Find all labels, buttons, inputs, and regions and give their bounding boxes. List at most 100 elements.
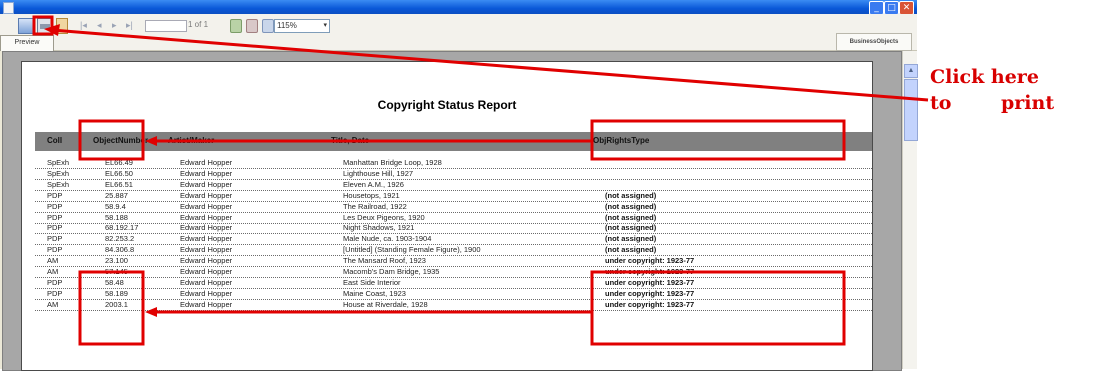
cell-objectnumber: 23.100 [105,256,128,266]
maximize-button[interactable]: □ [884,1,899,15]
cell-title: Macomb's Dam Bridge, 1935 [343,267,440,276]
vertical-scrollbar[interactable]: ▲ [902,51,918,369]
page-number-input[interactable] [145,20,187,32]
scroll-thumb[interactable] [904,79,918,141]
export-icon[interactable] [18,18,34,34]
table-row: PDP 58.189 Edward Hopper Maine Coast, 1923 u… [35,289,872,300]
cell-artist: Edward Hopper [180,223,233,233]
cell-coll: PDP [47,288,63,298]
stop-icon[interactable] [246,19,258,33]
cell-rights: under copyright: 1923-77 [605,299,695,309]
cell-objectnumber: 84.306.8 [105,245,135,255]
scroll-up-icon[interactable]: ▲ [904,64,918,78]
cell-artist: Edward Hopper [180,201,233,211]
print-callout: Click here to print [930,64,1100,116]
cell-coll: AM [47,256,59,266]
cell-artist: Edward Hopper [180,245,233,255]
cell-artist: Edward Hopper [180,212,233,222]
table-row: PDP 82.253.2 Edward Hopper Male Nude, ca. 1… [35,234,872,246]
column-header-coll: Coll [47,136,63,145]
minimize-button[interactable]: _ [869,1,884,15]
table-header: Coll ObjectNumber Artist/Maker Title, Da… [35,132,872,151]
cell-coll: PDP [47,277,63,287]
cell-objectnumber: EL66.49 [105,158,133,167]
cell-coll: PDP [47,234,63,244]
cell-objectnumber: 2003.1 [105,299,128,309]
cell-objectnumber: 57.145 [105,267,128,276]
cell-rights: under copyright: 1923-77 [605,267,695,276]
table-row: AM 2003.1 Edward Hopper House at Riverdale,… [35,300,872,311]
table-row: AM 23.100 Edward Hopper The Mansard Roof, 1… [35,256,872,268]
cell-rights: (not assigned) [605,212,657,222]
cell-coll: PDP [47,190,63,200]
cell-coll: SpExh [47,158,70,167]
cell-artist: Edward Hopper [180,299,233,309]
cell-artist: Edward Hopper [180,234,233,244]
callout-line-1: Click here [930,66,1039,88]
cell-coll: PDP [47,212,63,222]
prev-page-icon[interactable]: ◂ [97,20,102,31]
cell-rights: (not assigned) [605,201,657,211]
cell-objectnumber: 82.253.2 [105,234,135,244]
cell-objectnumber: 58.48 [105,277,124,287]
report-page: Copyright Status Report Coll ObjectNumbe… [21,61,873,371]
cell-title: Male Nude, ca. 1903-1904 [343,234,432,244]
cell-artist: Edward Hopper [180,288,233,298]
report-viewer-window: _ □ ✕ |◂ ◂ ▸ ▸| 1 of 1 115% ▾ BusinessOb… [0,0,918,371]
table-row: PDP 58.9.4 Edward Hopper The Railroad, 1922… [35,202,872,213]
column-header-artist: Artist/Maker [168,136,215,145]
cell-title: Eleven A.M., 1926 [343,179,404,189]
cell-artist: Edward Hopper [180,168,233,178]
tab-preview[interactable]: Preview [0,35,54,51]
last-page-icon[interactable]: ▸| [126,20,133,31]
close-button[interactable]: ✕ [899,1,914,15]
cell-artist: Edward Hopper [180,277,233,287]
zoom-value: 115% [277,21,297,30]
cell-artist: Edward Hopper [180,190,233,200]
column-header-title: Title, Date [331,136,370,145]
cell-rights: under copyright: 1923-77 [605,277,695,287]
cell-coll: PDP [47,245,63,255]
cell-title: [Untitled] (Standing Female Figure), 190… [343,245,481,255]
search-icon[interactable] [262,19,274,33]
cell-title: The Railroad, 1922 [343,201,407,211]
next-page-icon[interactable]: ▸ [112,20,117,31]
cell-title: Les Deux Pigeons, 1920 [343,212,425,222]
cell-title: Lighthouse Hill, 1927 [343,168,414,178]
table-row: SpExh EL66.50 Edward Hopper Lighthouse Hill… [35,169,872,180]
table-row: AM 57.145 Edward Hopper Macomb's Dam Bridge… [35,267,872,278]
cell-objectnumber: EL66.51 [105,179,133,189]
cell-rights: under copyright: 1923-77 [605,256,695,266]
refresh-icon[interactable] [230,19,242,33]
cell-objectnumber: 58.189 [105,288,128,298]
callout-word-print: print [1001,92,1055,114]
first-page-icon[interactable]: |◂ [80,20,87,31]
cell-objectnumber: 58.188 [105,212,128,222]
cell-objectnumber: EL66.50 [105,168,133,178]
print-icon[interactable] [37,18,53,34]
cell-artist: Edward Hopper [180,179,233,189]
businessobjects-logo: BusinessObjects [836,33,912,51]
zoom-select[interactable]: 115% ▾ [274,19,330,33]
table-row: PDP 68.192.17 Edward Hopper Night Shadows, … [35,223,872,235]
cell-title: Night Shadows, 1921 [343,223,415,233]
cell-artist: Edward Hopper [180,158,233,167]
page-count-label: 1 of 1 [188,20,209,29]
column-header-objectnumber: ObjectNumber [93,136,149,145]
callout-word-to: to [930,92,952,114]
report-title: Copyright Status Report [377,98,517,112]
table-row: PDP 58.188 Edward Hopper Les Deux Pigeons, … [35,213,872,224]
cell-title: Housetops, 1921 [343,190,400,200]
table-row: PDP 25.887 Edward Hopper Housetops, 1921 (no… [35,191,872,202]
cell-objectnumber: 68.192.17 [105,223,139,233]
title-bar[interactable]: _ □ ✕ [0,0,917,15]
cell-coll: SpExh [47,168,70,178]
chevron-down-icon: ▾ [323,22,327,29]
cell-artist: Edward Hopper [180,256,233,266]
cell-objectnumber: 25.887 [105,190,128,200]
cell-coll: PDP [47,201,63,211]
page-setup-icon[interactable] [56,18,68,34]
app-icon [3,2,14,14]
toolbar: |◂ ◂ ▸ ▸| 1 of 1 115% ▾ BusinessObjects [0,14,917,51]
cell-rights: (not assigned) [605,223,657,233]
